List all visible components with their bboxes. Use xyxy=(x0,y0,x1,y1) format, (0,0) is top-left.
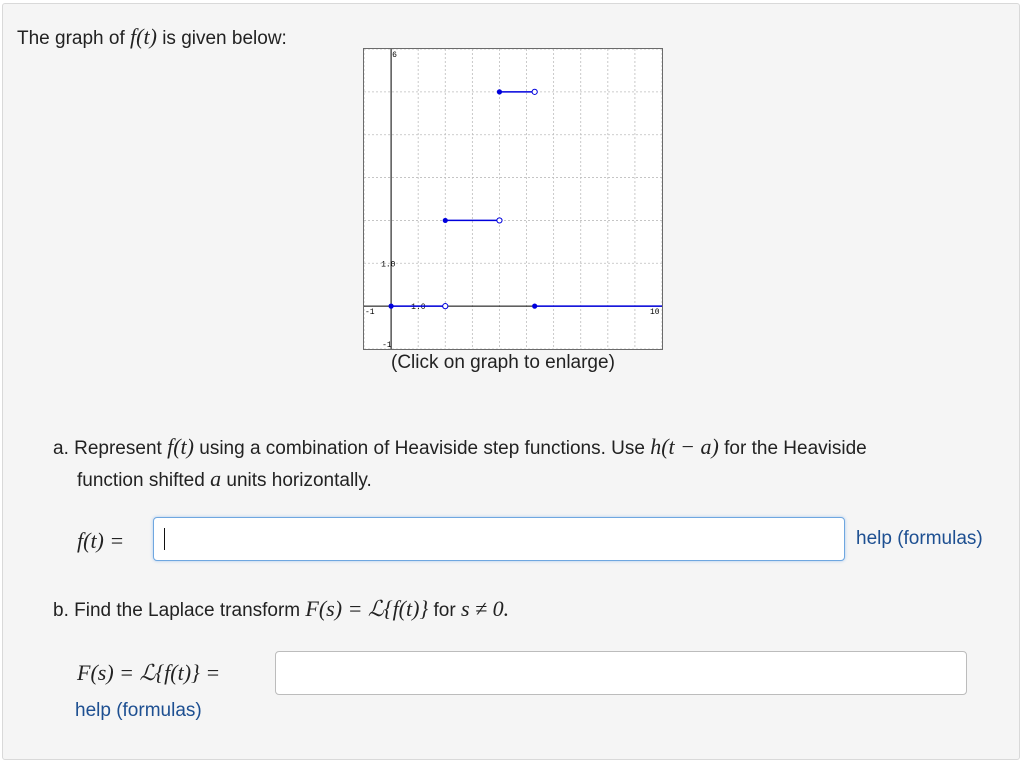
closed-endpoint xyxy=(496,89,503,95)
part-b-text1: b. Find the Laplace transform xyxy=(53,600,301,621)
closed-endpoint xyxy=(532,303,538,309)
part-a-var-a: a xyxy=(210,466,222,491)
F-answer-input[interactable] xyxy=(275,651,967,695)
open-endpoint xyxy=(442,303,449,310)
closed-endpoint xyxy=(388,303,394,309)
intro-function: f(t) xyxy=(130,24,157,49)
step-function-graph: 6 1.0 -1 -1 1.0 10 xyxy=(364,49,662,349)
tick-label-y-one: 1.0 xyxy=(381,260,396,269)
graph-caption: (Click on graph to enlarge) xyxy=(391,352,615,373)
F-input-label: F(s) = ℒ{f(t)} = xyxy=(77,660,221,685)
part-a-text2: using a combination of Heaviside step fu… xyxy=(199,438,645,459)
part-a-text3: for the Heaviside xyxy=(724,438,867,459)
part-b-expression: F(s) = ℒ{f(t)} xyxy=(305,596,429,621)
tick-label-y-top: 6 xyxy=(392,51,397,60)
help-formulas-link-b[interactable]: help (formulas) xyxy=(75,700,202,722)
intro-suffix: is given below: xyxy=(162,28,287,49)
problem-panel: The graph of f(t) is given below: 6 1.0 … xyxy=(2,3,1020,760)
graph-thumbnail[interactable]: 6 1.0 -1 -1 1.0 10 xyxy=(363,48,663,350)
tick-label-x-neg: -1 xyxy=(365,308,375,317)
tick-label-x-one: 1.0 xyxy=(411,303,426,312)
axes xyxy=(364,49,662,349)
part-b-condition: s ≠ 0. xyxy=(461,596,510,621)
part-a-text1: a. Represent xyxy=(53,438,162,459)
part-a-heaviside: h(t − a) xyxy=(650,434,719,459)
tick-labels: 6 1.0 -1 -1 1.0 10 xyxy=(365,51,660,349)
part-b-prompt: b. Find the Laplace transform F(s) = ℒ{f… xyxy=(53,596,509,622)
text-cursor xyxy=(164,528,165,550)
part-a-prompt: a. Represent f(t) using a combination of… xyxy=(53,432,983,496)
part-b-text2: for xyxy=(433,600,456,621)
step-segments xyxy=(388,88,662,310)
closed-endpoint xyxy=(442,217,448,224)
f-answer-input[interactable] xyxy=(153,517,845,561)
f-input-label: f(t) = xyxy=(77,528,125,553)
open-endpoint xyxy=(531,88,538,95)
open-endpoint xyxy=(496,217,503,224)
grid-lines xyxy=(364,49,662,349)
tick-label-x-max: 10 xyxy=(650,308,660,317)
part-a-text5: units horizontally. xyxy=(226,470,372,491)
help-formulas-link-a[interactable]: help (formulas) xyxy=(856,528,983,550)
part-a-function: f(t) xyxy=(167,434,194,459)
intro-text: The graph of f(t) is given below: xyxy=(17,24,287,50)
intro-prefix: The graph of xyxy=(17,28,125,49)
part-a-text4: function shifted xyxy=(77,470,205,491)
tick-label-y-neg: -1 xyxy=(382,341,392,349)
